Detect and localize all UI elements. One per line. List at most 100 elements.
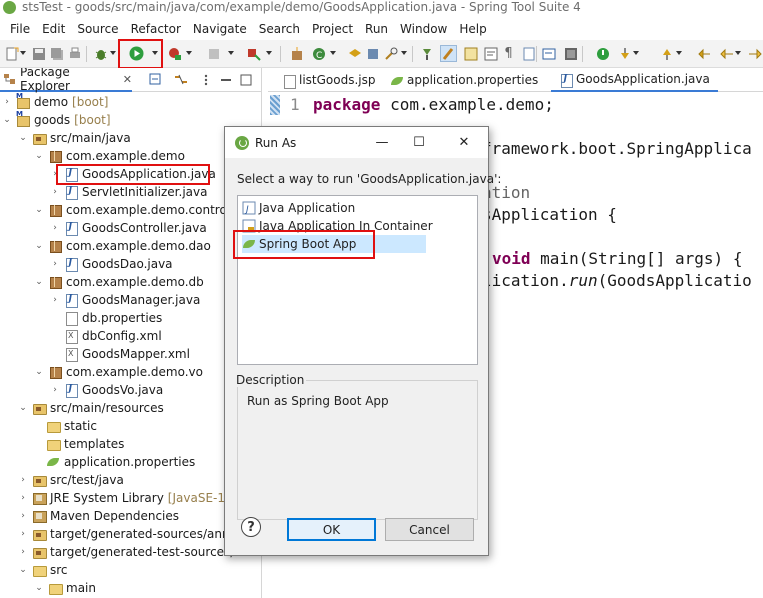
tab-goodsapplication-java[interactable]: GoodsApplication.java	[551, 68, 718, 92]
mark-occurrences-icon[interactable]	[440, 45, 457, 62]
chevron-right-icon[interactable]: ›	[50, 169, 60, 179]
toggle-breadcrumb-icon[interactable]	[418, 45, 435, 62]
tree-item-templates[interactable]: templates	[46, 435, 124, 453]
previous-annotation-dropdown-icon[interactable]	[676, 51, 682, 55]
stop-dropdown-icon[interactable]	[228, 51, 234, 55]
chevron-down-icon[interactable]: ⌄	[18, 133, 28, 143]
chevron-down-icon[interactable]: ⌄	[34, 583, 44, 593]
run-option-list[interactable]: J Java Application Java Application In Co…	[237, 195, 478, 365]
minimize-view-icon[interactable]	[218, 72, 233, 87]
chevron-right-icon[interactable]: ›	[18, 493, 28, 503]
tab-listgoods-jsp[interactable]: listGoods.jsp	[274, 68, 384, 92]
menu-help[interactable]: Help	[453, 22, 492, 36]
chevron-down-icon[interactable]: ⌄	[34, 205, 44, 215]
chevron-right-icon[interactable]: ›	[2, 97, 12, 107]
collapse-all-icon[interactable]	[148, 72, 163, 87]
chevron-right-icon[interactable]: ›	[18, 511, 28, 521]
menu-refactor[interactable]: Refactor	[125, 22, 187, 36]
chevron-right-icon[interactable]: ›	[50, 223, 60, 233]
tree-item-src-test-java[interactable]: › src/test/java	[18, 471, 124, 489]
debug-icon[interactable]	[92, 45, 109, 62]
open-task-icon[interactable]	[364, 45, 381, 62]
close-button[interactable]: ✕	[454, 133, 474, 151]
print-icon[interactable]	[66, 45, 83, 62]
tree-item-goodsmanager-java[interactable]: › GoodsManager.java	[50, 291, 200, 309]
next-annotation-dropdown-icon[interactable]	[633, 51, 639, 55]
save-all-icon[interactable]	[48, 45, 65, 62]
menu-search[interactable]: Search	[253, 22, 306, 36]
menu-navigate[interactable]: Navigate	[187, 22, 253, 36]
menu-run[interactable]: Run	[359, 22, 394, 36]
chevron-down-icon[interactable]: ⌄	[18, 565, 28, 575]
search-icon[interactable]	[382, 45, 399, 62]
tree-item-package-db[interactable]: ⌄ com.example.demo.db	[34, 273, 204, 291]
boot-dashboard-icon[interactable]	[562, 45, 579, 62]
chevron-down-icon[interactable]: ⌄	[34, 241, 44, 251]
save-icon[interactable]	[30, 45, 47, 62]
block-selection-icon[interactable]	[462, 45, 479, 62]
tab-application-properties[interactable]: application.properties	[382, 68, 546, 92]
chevron-right-icon[interactable]: ›	[50, 187, 60, 197]
help-icon[interactable]: ?	[241, 517, 261, 537]
tree-item-src-main-java[interactable]: ⌄ src/main/java	[18, 129, 131, 147]
tree-item-goodsdao-java[interactable]: › GoodsDao.java	[50, 255, 173, 273]
tree-item-goodsvo-java[interactable]: › GoodsVo.java	[50, 381, 163, 399]
chevron-right-icon[interactable]: ›	[50, 259, 60, 269]
tree-item-goodsmapper-xml[interactable]: GoodsMapper.xml	[64, 345, 190, 363]
last-edit-location-icon[interactable]	[696, 45, 713, 62]
option-spring-boot-app[interactable]: Spring Boot App	[242, 235, 426, 253]
maximize-button[interactable]: ☐	[409, 133, 429, 151]
menu-window[interactable]: Window	[394, 22, 453, 36]
tree-item-goods[interactable]: ⌄ goods[boot]	[2, 110, 111, 129]
chevron-right-icon[interactable]: ›	[18, 547, 28, 557]
spring-boot-relaunch-icon[interactable]	[594, 45, 611, 62]
tree-item-package-demo[interactable]: ⌄ com.example.demo	[34, 147, 185, 165]
tab-package-explorer[interactable]: Package Explorer ✕	[0, 68, 132, 93]
tree-item-src[interactable]: ⌄ src	[18, 561, 68, 579]
forward-icon[interactable]	[746, 45, 763, 62]
chevron-right-icon[interactable]: ›	[18, 529, 28, 539]
tree-item-package-controller[interactable]: ⌄ com.example.demo.controller	[34, 201, 246, 219]
chevron-down-icon[interactable]: ⌄	[34, 277, 44, 287]
next-annotation-icon[interactable]	[616, 45, 633, 62]
new-icon[interactable]	[3, 45, 20, 62]
chevron-down-icon[interactable]: ⌄	[18, 403, 28, 413]
word-wrap-icon[interactable]	[482, 45, 499, 62]
tree-item-goodsapplication-java[interactable]: › GoodsApplication.java	[50, 165, 216, 183]
chevron-right-icon[interactable]: ›	[50, 385, 60, 395]
run-dropdown-icon[interactable]	[152, 51, 158, 55]
tree-item-main[interactable]: ⌄ main	[34, 579, 96, 597]
external-tools-dropdown-icon[interactable]	[266, 51, 272, 55]
new-dropdown-icon[interactable]	[20, 51, 26, 55]
tree-item-dbconfig-xml[interactable]: dbConfig.xml	[64, 327, 162, 345]
option-java-application[interactable]: J Java Application	[242, 199, 355, 217]
back-dropdown-icon[interactable]	[735, 51, 741, 55]
show-source-icon[interactable]	[520, 45, 537, 62]
chevron-right-icon[interactable]: ›	[50, 295, 60, 305]
tree-item-static[interactable]: static	[46, 417, 97, 435]
coverage-icon[interactable]	[166, 45, 183, 62]
tree-item-package-dao[interactable]: ⌄ com.example.demo.dao	[34, 237, 211, 255]
tree-item-generated-sources[interactable]: › target/generated-sources/annota	[18, 525, 249, 543]
option-java-application-in-container[interactable]: Java Application In Container	[242, 217, 433, 235]
show-whitespace-icon[interactable]: ¶	[500, 45, 517, 62]
new-java-package-icon[interactable]	[288, 45, 305, 62]
menu-project[interactable]: Project	[306, 22, 359, 36]
coverage-dropdown-icon[interactable]	[186, 51, 192, 55]
tree-item-servletinitializer-java[interactable]: › ServletInitializer.java	[50, 183, 207, 201]
minimize-button[interactable]: —	[372, 133, 392, 151]
view-menu-icon[interactable]	[198, 72, 213, 87]
external-tools-icon[interactable]	[245, 45, 262, 62]
tree-item-db-properties[interactable]: db.properties	[64, 309, 162, 327]
tree-item-application-properties[interactable]: application.properties	[46, 453, 195, 471]
open-type-icon[interactable]	[346, 45, 363, 62]
chevron-right-icon[interactable]: ›	[18, 475, 28, 485]
new-class-dropdown-icon[interactable]	[330, 51, 336, 55]
chevron-down-icon[interactable]: ⌄	[34, 367, 44, 377]
menu-source[interactable]: Source	[71, 22, 124, 36]
chevron-down-icon[interactable]: ⌄	[2, 115, 12, 125]
tree-item-goodscontroller-java[interactable]: › GoodsController.java	[50, 219, 207, 237]
chevron-down-icon[interactable]: ⌄	[34, 151, 44, 161]
tree-item-src-main-resources[interactable]: ⌄ src/main/resources	[18, 399, 164, 417]
console-icon[interactable]	[540, 45, 557, 62]
